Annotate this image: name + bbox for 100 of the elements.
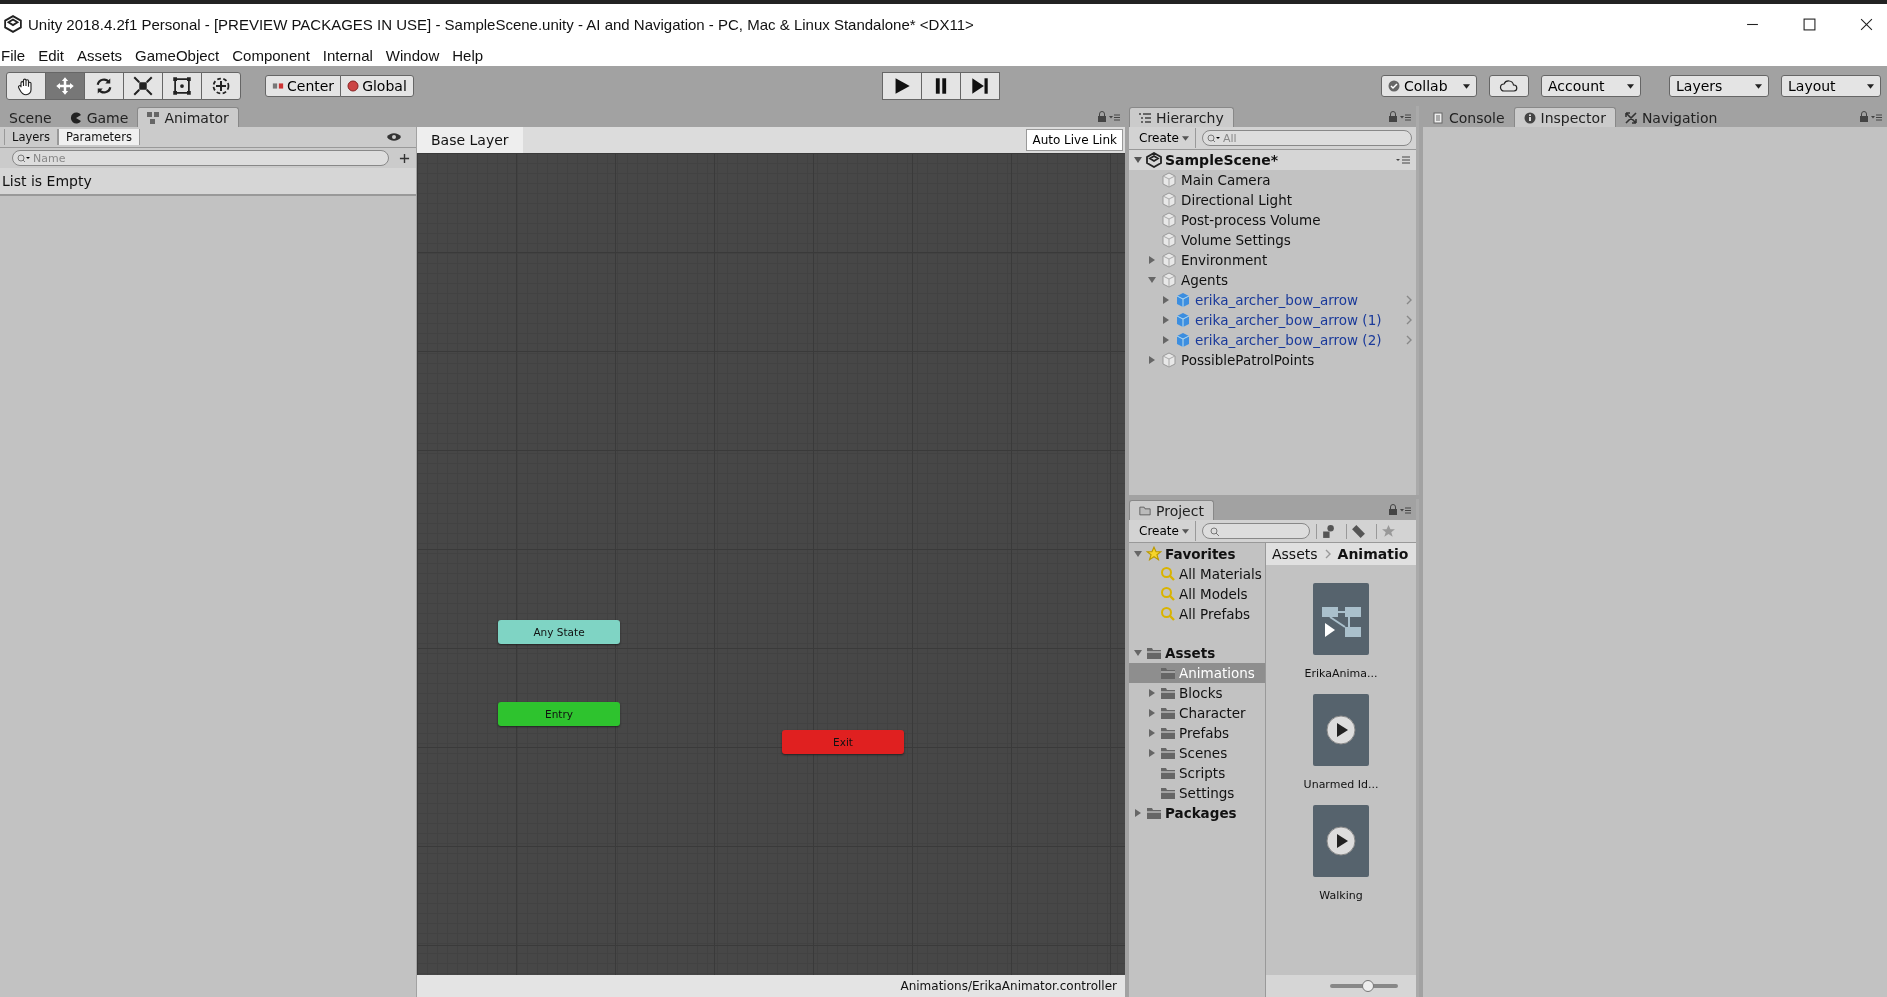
- project-tree-item[interactable]: Blocks: [1179, 685, 1223, 701]
- step-button[interactable]: [960, 72, 1000, 100]
- pivot-button[interactable]: Center: [265, 75, 342, 97]
- state-node[interactable]: Entry: [498, 702, 620, 726]
- collapsed-arrow-icon[interactable]: [1147, 688, 1157, 698]
- breadcrumb[interactable]: Assets: [1272, 546, 1318, 562]
- tool-button[interactable]: [162, 72, 202, 100]
- breadcrumb[interactable]: Base Layer: [417, 127, 523, 153]
- collapsed-arrow-icon[interactable]: [1161, 335, 1171, 345]
- cloud-button[interactable]: [1489, 75, 1529, 97]
- menu-item[interactable]: Help: [451, 46, 492, 64]
- plus-icon[interactable]: [399, 152, 410, 164]
- play-button[interactable]: [882, 72, 922, 100]
- menu-item[interactable]: Assets: [76, 46, 131, 64]
- caret-icon: [1463, 83, 1470, 89]
- hierarchy-item[interactable]: Main Camera: [1181, 172, 1271, 188]
- pause-button[interactable]: [921, 72, 961, 100]
- slider-thumb[interactable]: [1362, 980, 1375, 992]
- state-node[interactable]: Any State: [498, 620, 620, 644]
- options-menu-icon[interactable]: [1396, 156, 1410, 164]
- create-dropdown[interactable]: Create: [1133, 128, 1196, 148]
- editor-tab[interactable]: Scene: [0, 108, 61, 127]
- tool-button[interactable]: [201, 72, 241, 100]
- search-field[interactable]: Name: [12, 150, 389, 166]
- hierarchy-item[interactable]: Directional Light: [1181, 192, 1292, 208]
- asset-name[interactable]: ErikaAnima...: [1304, 667, 1378, 680]
- editor-tab[interactable]: Navigation: [1615, 108, 1727, 127]
- menu-item[interactable]: Edit: [37, 46, 73, 64]
- hierarchy-item[interactable]: erika_archer_bow_arrow (1): [1195, 312, 1382, 328]
- toolbar-dropdown[interactable]: Layers: [1669, 75, 1769, 97]
- collapsed-arrow-icon[interactable]: [1147, 708, 1157, 718]
- expanded-arrow-icon[interactable]: [1133, 549, 1143, 559]
- hierarchy-item[interactable]: Post-process Volume: [1181, 212, 1321, 228]
- hierarchy-item[interactable]: PossiblePatrolPoints: [1181, 352, 1315, 368]
- toolbar-dropdown[interactable]: Account: [1541, 75, 1641, 97]
- tool-button[interactable]: [123, 72, 163, 100]
- collapsed-arrow-icon[interactable]: [1161, 295, 1171, 305]
- project-tree-item[interactable]: Settings: [1179, 785, 1235, 801]
- project-tab[interactable]: Project: [1129, 500, 1214, 520]
- menu-item[interactable]: Window: [384, 46, 448, 64]
- breadcrumb[interactable]: Animatio: [1337, 546, 1409, 562]
- asset-name[interactable]: Walking: [1319, 889, 1363, 902]
- auto-live-link-button[interactable]: Auto Live Link: [1026, 129, 1123, 151]
- sub-tab[interactable]: Parameters: [58, 129, 140, 145]
- expanded-arrow-icon[interactable]: [1133, 155, 1143, 165]
- editor-tab[interactable]: Inspector: [1513, 107, 1616, 127]
- collapsed-arrow-icon[interactable]: [1147, 728, 1157, 738]
- tool-button[interactable]: [84, 72, 124, 100]
- collab-dropdown[interactable]: Collab: [1381, 75, 1477, 97]
- hierarchy-item[interactable]: Volume Settings: [1181, 232, 1291, 248]
- lock-icon[interactable]: [1388, 111, 1412, 123]
- editor-tab[interactable]: Console: [1423, 108, 1514, 127]
- hierarchy-item[interactable]: Agents: [1181, 272, 1228, 288]
- close-icon[interactable]: [1860, 17, 1873, 31]
- editor-tab[interactable]: Animator: [137, 107, 239, 127]
- toolbar-dropdown[interactable]: Layout: [1781, 75, 1881, 97]
- eye-icon[interactable]: [386, 132, 402, 142]
- menu-item[interactable]: GameObject: [134, 46, 228, 64]
- project-tree-item[interactable]: Scripts: [1179, 765, 1226, 781]
- lock-icon[interactable]: [1097, 111, 1121, 123]
- state-node[interactable]: Exit: [782, 730, 904, 754]
- cube-icon: [1161, 252, 1177, 268]
- asset-name[interactable]: Unarmed Id...: [1303, 778, 1379, 791]
- animation-clip-icon[interactable]: [1313, 694, 1369, 766]
- create-dropdown[interactable]: Create: [1133, 521, 1196, 541]
- hierarchy-item[interactable]: Environment: [1181, 252, 1268, 268]
- project-tree-item[interactable]: All Materials: [1179, 566, 1262, 582]
- tool-button[interactable]: [45, 72, 85, 100]
- hierarchy-tab[interactable]: Hierarchy: [1129, 107, 1234, 127]
- expanded-arrow-icon[interactable]: [1133, 648, 1143, 658]
- collapsed-arrow-icon[interactable]: [1147, 748, 1157, 758]
- editor-tab[interactable]: Game: [60, 108, 138, 127]
- project-tree-item[interactable]: Character: [1179, 705, 1246, 721]
- expanded-arrow-icon[interactable]: [1147, 275, 1157, 285]
- project-tree-item[interactable]: Scenes: [1179, 745, 1228, 761]
- project-tree-item[interactable]: Favorites: [1165, 546, 1236, 562]
- search-field[interactable]: All: [1201, 130, 1412, 146]
- lock-icon[interactable]: [1388, 504, 1412, 516]
- tool-button[interactable]: [6, 72, 46, 100]
- project-tree-item[interactable]: Prefabs: [1179, 725, 1230, 741]
- collapsed-arrow-icon[interactable]: [1161, 315, 1171, 325]
- lock-icon[interactable]: [1859, 111, 1883, 123]
- check-circle-icon: [1388, 80, 1400, 92]
- menu-item[interactable]: Component: [231, 46, 318, 64]
- collapsed-arrow-icon[interactable]: [1133, 808, 1143, 818]
- collapsed-arrow-icon[interactable]: [1147, 355, 1157, 365]
- animator-controller-icon[interactable]: [1313, 583, 1369, 655]
- project-tree-item[interactable]: Assets: [1165, 645, 1216, 661]
- menu-item[interactable]: File: [0, 46, 34, 64]
- hierarchy-item[interactable]: erika_archer_bow_arrow (2): [1195, 332, 1382, 348]
- project-tree-item[interactable]: Packages: [1165, 805, 1237, 821]
- project-tree-item[interactable]: All Prefabs: [1179, 606, 1251, 622]
- animation-clip-icon[interactable]: [1313, 805, 1369, 877]
- collapsed-arrow-icon[interactable]: [1147, 255, 1157, 265]
- menu-item[interactable]: Internal: [321, 46, 381, 64]
- maximize-icon[interactable]: [1803, 17, 1816, 31]
- project-tree-item[interactable]: All Models: [1179, 586, 1248, 602]
- hierarchy-item[interactable]: erika_archer_bow_arrow: [1195, 292, 1359, 308]
- search-field[interactable]: [1201, 523, 1310, 539]
- pivot-button[interactable]: Global: [340, 75, 414, 97]
